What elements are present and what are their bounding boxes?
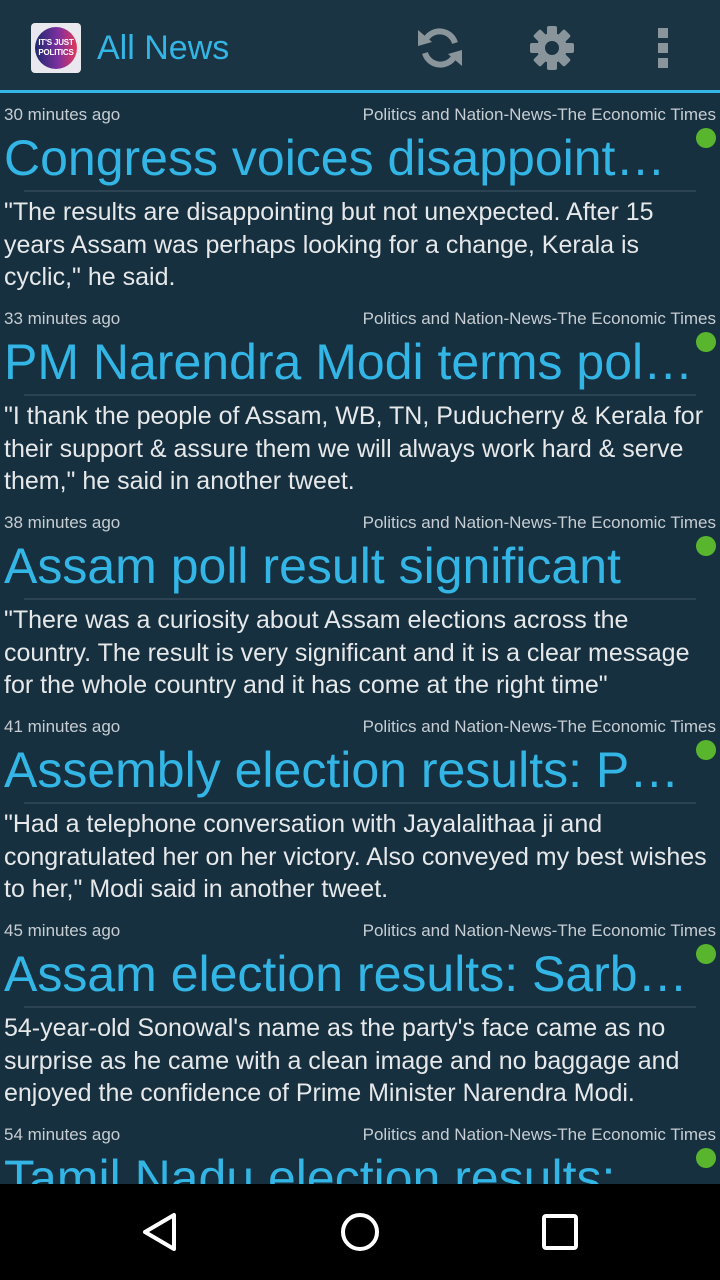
overflow-menu-icon[interactable]	[638, 22, 688, 74]
news-snippet: "There was a curiosity about Assam elect…	[4, 606, 690, 699]
news-item[interactable]: 33 minutes ago Politics and Nation-News-…	[0, 300, 720, 504]
news-item[interactable]: 38 minutes ago Politics and Nation-News-…	[0, 504, 720, 708]
news-snippet: "The results are disappointing but not u…	[4, 198, 654, 291]
news-snippet: 54-year-old Sonowal's name as the party'…	[4, 1014, 680, 1107]
back-icon[interactable]	[136, 1208, 184, 1256]
news-time: 33 minutes ago	[4, 309, 121, 328]
recents-icon[interactable]	[536, 1208, 584, 1256]
news-headline[interactable]: Assam election results: Sarbananda Sonow…	[4, 945, 694, 1003]
refresh-icon[interactable]	[415, 22, 465, 74]
news-source: Politics and Nation-News-The Economic Ti…	[362, 921, 716, 940]
unread-indicator	[696, 740, 716, 760]
unread-indicator	[696, 1148, 716, 1168]
divider	[24, 394, 696, 396]
news-headline[interactable]: Congress voices disappointment over poll…	[4, 129, 694, 187]
news-item[interactable]: 54 minutes ago Politics and Nation-News-…	[0, 1116, 720, 1184]
unread-indicator	[696, 944, 716, 964]
unread-indicator	[696, 128, 716, 148]
news-headline[interactable]: Tamil Nadu election results:	[4, 1149, 694, 1184]
news-item[interactable]: 41 minutes ago Politics and Nation-News-…	[0, 708, 720, 912]
news-source: Politics and Nation-News-The Economic Ti…	[362, 1125, 716, 1144]
home-icon[interactable]	[336, 1208, 384, 1256]
settings-icon[interactable]	[527, 22, 577, 74]
news-item[interactable]: 30 minutes ago Politics and Nation-News-…	[0, 96, 720, 300]
news-source: Politics and Nation-News-The Economic Ti…	[362, 513, 716, 532]
divider	[24, 190, 696, 192]
unread-indicator	[696, 536, 716, 556]
news-headline[interactable]: Assam poll result significant	[4, 537, 694, 595]
app-logo[interactable]: IT'S JUST POLITICS	[31, 23, 81, 73]
page-title: All News	[97, 29, 230, 67]
news-time: 54 minutes ago	[4, 1125, 121, 1144]
divider	[24, 1006, 696, 1008]
news-time: 45 minutes ago	[4, 921, 121, 940]
unread-indicator	[696, 332, 716, 352]
news-time: 38 minutes ago	[4, 513, 121, 532]
logo-text-line-1: IT'S JUST	[38, 38, 74, 47]
news-source: Politics and Nation-News-The Economic Ti…	[362, 717, 716, 736]
logo-text-line-2: POLITICS	[38, 48, 74, 57]
news-headline[interactable]: PM Narendra Modi terms poll results	[4, 333, 694, 391]
news-source: Politics and Nation-News-The Economic Ti…	[362, 105, 716, 124]
divider	[24, 598, 696, 600]
news-time: 41 minutes ago	[4, 717, 121, 736]
news-item[interactable]: 45 minutes ago Politics and Nation-News-…	[0, 912, 720, 1116]
news-snippet: "I thank the people of Assam, WB, TN, Pu…	[4, 402, 704, 495]
news-source: Politics and Nation-News-The Economic Ti…	[362, 309, 716, 328]
news-headline[interactable]: Assembly election results: PM Modi	[4, 741, 694, 799]
system-nav-bar	[0, 1184, 720, 1280]
news-list[interactable]: 30 minutes ago Politics and Nation-News-…	[0, 96, 720, 1184]
news-snippet: "Had a telephone conversation with Jayal…	[4, 810, 707, 903]
news-time: 30 minutes ago	[4, 105, 121, 124]
divider	[24, 802, 696, 804]
app-bar: IT'S JUST POLITICS All News	[0, 0, 720, 93]
